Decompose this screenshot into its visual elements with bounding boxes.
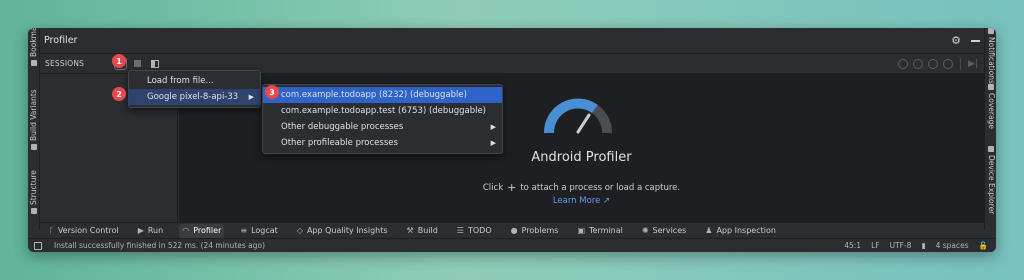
menu-item-other-profileable[interactable]: Other profileable processes ▶: [263, 135, 502, 151]
reset-zoom-icon[interactable]: [928, 58, 939, 69]
stop-session-button[interactable]: [131, 57, 144, 70]
go-live-icon[interactable]: ▶|: [968, 59, 978, 69]
menu-item-process-todoapp[interactable]: com.example.todoapp (8232) (debuggable): [263, 87, 502, 103]
step-badge-1: 1: [112, 54, 126, 68]
window-title: Profiler: [44, 35, 78, 46]
todo-icon: ☰: [456, 226, 464, 235]
indent-setting[interactable]: 4 spaces: [936, 241, 969, 250]
insights-icon: ◇: [296, 226, 303, 235]
bottom-tool-tabs: ᚴ Version Control ▶ Run ◠ Profiler ≡ Logcat …: [40, 222, 984, 238]
stop-icon: [134, 60, 142, 67]
minimize-icon[interactable]: [971, 39, 980, 42]
status-bar: Install successfully finished in 522 ms.…: [28, 238, 996, 252]
menu-item-process-todoapp-test[interactable]: com.example.todoapp.test (6753) (debugga…: [263, 103, 502, 119]
services-icon: ✺: [641, 226, 649, 235]
learn-more-link[interactable]: Learn More ↗: [179, 196, 984, 206]
side-tab-build-variants[interactable]: Build Variants: [29, 89, 38, 150]
file-encoding[interactable]: UTF-8: [890, 241, 912, 250]
gear-icon[interactable]: ⚙: [951, 34, 961, 47]
caret-position[interactable]: 45:1: [844, 241, 861, 250]
step-badge-3: 3: [265, 85, 279, 99]
process-submenu: com.example.todoapp (8232) (debuggable) …: [262, 84, 503, 154]
chevron-right-icon: ▶: [490, 123, 496, 131]
structure-icon: [31, 208, 37, 214]
logcat-icon: ≡: [240, 226, 248, 235]
tab-app-quality-insights[interactable]: ◇ App Quality Insights: [294, 224, 391, 238]
run-icon: ▶: [137, 226, 144, 235]
device-icon: [988, 146, 994, 152]
step-badge-2: 2: [112, 87, 126, 101]
android-profiler-gauge-icon: [543, 96, 613, 136]
book-icon[interactable]: ▮: [921, 241, 925, 250]
lock-icon[interactable]: 🔓: [979, 241, 988, 250]
terminal-icon: ▣: [577, 226, 586, 235]
line-ending[interactable]: LF: [871, 241, 880, 250]
tab-todo[interactable]: ☰ TODO: [454, 224, 495, 238]
zoom-to-selection-icon[interactable]: [943, 58, 954, 69]
chevron-right-icon: ▶: [490, 139, 496, 147]
tab-version-control[interactable]: ᚴ Version Control: [46, 224, 122, 238]
status-message: Install successfully finished in 522 ms.…: [54, 241, 266, 250]
tab-terminal[interactable]: ▣ Terminal: [574, 224, 625, 238]
zoom-in-icon[interactable]: [913, 58, 924, 69]
inspection-icon: ♟: [705, 226, 713, 235]
panel-icon: [150, 59, 159, 68]
tab-logcat[interactable]: ≡ Logcat: [237, 224, 280, 238]
menu-item-load-from-file[interactable]: Load from file...: [129, 73, 260, 89]
build-variants-icon: [31, 144, 37, 150]
status-toggle-icon[interactable]: [34, 241, 42, 250]
tab-problems[interactable]: ● Problems: [508, 224, 562, 238]
tab-run[interactable]: ▶ Run: [135, 224, 167, 238]
shield-icon: [988, 84, 994, 90]
side-tab-bookmarks[interactable]: Bookmarks: [29, 28, 38, 66]
right-tool-strip: Notifications Coverage Device Explorer: [984, 28, 996, 230]
chevron-right-icon: ▶: [248, 93, 254, 101]
side-tab-device-explorer[interactable]: Device Explorer: [987, 146, 996, 214]
problems-icon: ●: [510, 226, 518, 235]
side-tab-notifications[interactable]: Notifications: [987, 28, 996, 84]
tab-profiler[interactable]: ◠ Profiler: [179, 223, 225, 238]
add-session-menu: Load from file... Google pixel-8-api-33 ▶: [128, 70, 261, 108]
bookmark-icon: [31, 60, 37, 66]
tab-app-inspection[interactable]: ♟ App Inspection: [702, 224, 779, 238]
tab-services[interactable]: ✺ Services: [639, 224, 689, 238]
tab-build[interactable]: ⚒ Build: [404, 224, 441, 238]
side-tab-structure[interactable]: Structure: [29, 170, 38, 214]
tool-window-header: Profiler ⚙: [40, 28, 984, 54]
toggle-sessions-panel-button[interactable]: [148, 57, 161, 70]
side-tab-coverage[interactable]: Coverage: [987, 84, 996, 129]
left-tool-strip: Bookmarks Build Variants Structure: [28, 28, 40, 230]
menu-item-device[interactable]: Google pixel-8-api-33 ▶: [129, 89, 260, 105]
bell-icon: [988, 28, 994, 34]
plus-icon: +: [507, 181, 517, 194]
empty-state-hint: Click + to attach a process or load a capt…: [482, 181, 681, 194]
profiler-window: Bookmarks Build Variants Structure Notif…: [28, 28, 996, 252]
toolbar-divider: [960, 57, 962, 70]
profiler-icon: ◠: [182, 226, 190, 235]
menu-item-other-debuggable[interactable]: Other debuggable processes ▶: [263, 119, 502, 135]
sessions-label: SESSIONS: [45, 59, 85, 68]
hammer-icon: ⚒: [406, 226, 414, 235]
branch-icon: ᚴ: [49, 226, 54, 235]
zoom-out-icon[interactable]: [898, 58, 909, 69]
